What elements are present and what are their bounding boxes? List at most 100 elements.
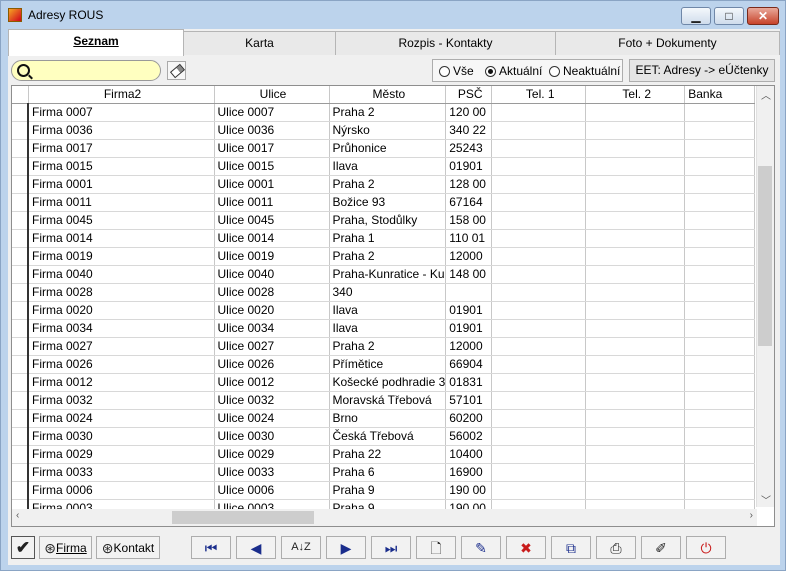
cell-ulice[interactable]: Ulice 0027 (214, 337, 330, 356)
cell-banka[interactable] (684, 283, 756, 302)
row-indicator[interactable] (12, 229, 29, 248)
cell-psc[interactable]: 66904 (445, 355, 493, 374)
cell-mesto[interactable]: Praha 2 (329, 247, 447, 266)
column-header-mesto[interactable]: Město (329, 86, 447, 104)
find-kontakt-button[interactable]: ⊛ Kontakt (96, 536, 160, 559)
cell-psc[interactable]: 120 00 (445, 103, 493, 122)
row-indicator[interactable] (12, 193, 29, 212)
cell-tel1[interactable] (491, 445, 587, 464)
table-row[interactable]: Firma 0024 Ulice 0024 Brno 60200 (12, 409, 756, 428)
cell-psc[interactable]: 57101 (445, 391, 493, 410)
cell-tel1[interactable] (491, 391, 587, 410)
row-indicator[interactable] (12, 463, 29, 482)
table-row[interactable]: Firma 0032 Ulice 0032 Moravská Třebová 5710… (12, 391, 756, 410)
vertical-scrollbar[interactable]: ︿ ﹀ (756, 86, 774, 507)
edit-record-button[interactable]: ✎ (461, 536, 501, 559)
confirm-button[interactable]: ✔ (11, 536, 35, 559)
cell-mesto[interactable]: Praha 22 (329, 445, 447, 464)
cell-banka[interactable] (684, 373, 756, 392)
tab-karta[interactable]: Karta (183, 31, 336, 55)
row-indicator[interactable] (12, 265, 29, 284)
horizontal-scroll-thumb[interactable] (172, 511, 314, 524)
cell-tel1[interactable] (491, 481, 587, 500)
cell-tel2[interactable] (585, 373, 686, 392)
cell-banka[interactable] (684, 337, 756, 356)
cell-firma2[interactable]: Firma 0032 (28, 391, 215, 410)
cell-tel2[interactable] (585, 355, 686, 374)
row-indicator[interactable] (12, 157, 29, 176)
cell-mesto[interactable]: Ilava (329, 157, 447, 176)
cell-banka[interactable] (684, 211, 756, 230)
radio-vse[interactable]: Vše (439, 64, 474, 78)
cell-mesto[interactable]: Praha, Stodůlky (329, 211, 447, 230)
row-indicator[interactable] (12, 319, 29, 338)
cell-banka[interactable] (684, 175, 756, 194)
cell-mesto[interactable]: Praha 1 (329, 229, 447, 248)
cell-ulice[interactable]: Ulice 0040 (214, 265, 330, 284)
row-indicator[interactable] (12, 121, 29, 140)
cell-mesto[interactable]: Praha 2 (329, 337, 447, 356)
cell-tel2[interactable] (585, 193, 686, 212)
cell-ulice[interactable]: Ulice 0014 (214, 229, 330, 248)
cell-mesto[interactable]: Praha-Kunratice - Ku (329, 265, 447, 284)
cell-banka[interactable] (684, 463, 756, 482)
cell-mesto[interactable]: Průhonice (329, 139, 447, 158)
cell-mesto[interactable]: 340 (329, 283, 447, 302)
scroll-up-icon[interactable]: ︿ (761, 87, 771, 102)
row-indicator[interactable] (12, 247, 29, 266)
row-indicator[interactable] (12, 139, 29, 158)
search-input[interactable] (11, 60, 161, 81)
table-row[interactable]: Firma 0007 Ulice 0007 Praha 2 120 00 (12, 103, 756, 122)
cell-ulice[interactable]: Ulice 0024 (214, 409, 330, 428)
cell-psc[interactable] (445, 283, 493, 302)
cell-mesto[interactable]: Praha 9 (329, 481, 447, 500)
new-record-button[interactable]: 🗋 (416, 536, 456, 559)
row-indicator[interactable] (12, 103, 29, 122)
cell-mesto[interactable]: Brno (329, 409, 447, 428)
cell-ulice[interactable]: Ulice 0032 (214, 391, 330, 410)
previous-record-button[interactable]: ◀ (236, 536, 276, 559)
cell-tel2[interactable] (585, 319, 686, 338)
cell-mesto[interactable]: Praha 2 (329, 175, 447, 194)
column-header-tel2[interactable]: Tel. 2 (585, 86, 686, 104)
cell-ulice[interactable]: Ulice 0012 (214, 373, 330, 392)
cell-firma2[interactable]: Firma 0027 (28, 337, 215, 356)
eet-button[interactable]: EET: Adresy -> eÚčtenky (629, 59, 775, 82)
cell-tel2[interactable] (585, 175, 686, 194)
row-indicator[interactable] (12, 175, 29, 194)
cell-banka[interactable] (684, 139, 756, 158)
cell-ulice[interactable]: Ulice 0029 (214, 445, 330, 464)
cell-tel2[interactable] (585, 121, 686, 140)
horizontal-scrollbar[interactable]: ‹ › (12, 509, 757, 526)
cell-psc[interactable]: 01831 (445, 373, 493, 392)
cell-firma2[interactable]: Firma 0011 (28, 193, 215, 212)
cell-tel2[interactable] (585, 157, 686, 176)
search-field[interactable] (32, 63, 156, 80)
cell-banka[interactable] (684, 319, 756, 338)
cell-tel2[interactable] (585, 103, 686, 122)
cell-banka[interactable] (684, 391, 756, 410)
cell-firma2[interactable]: Firma 0028 (28, 283, 215, 302)
cell-mesto[interactable]: Ilava (329, 319, 447, 338)
cell-ulice[interactable]: Ulice 0028 (214, 283, 330, 302)
cell-tel1[interactable] (491, 211, 587, 230)
cell-firma2[interactable]: Firma 0001 (28, 175, 215, 194)
cell-tel2[interactable] (585, 409, 686, 428)
cell-psc[interactable]: 16900 (445, 463, 493, 482)
row-indicator[interactable] (12, 283, 29, 302)
cell-banka[interactable] (684, 229, 756, 248)
table-row[interactable]: Firma 0036 Ulice 0036 Nýrsko 340 22 (12, 121, 756, 140)
cell-firma2[interactable]: Firma 0007 (28, 103, 215, 122)
scroll-left-icon[interactable]: ‹ (16, 510, 19, 521)
table-row[interactable]: Firma 0012 Ulice 0012 Košecké podhradie 30… (12, 373, 756, 392)
table-row[interactable]: Firma 0029 Ulice 0029 Praha 22 10400 (12, 445, 756, 464)
cell-tel1[interactable] (491, 337, 587, 356)
print-button[interactable]: ⎙ (596, 536, 636, 559)
cell-firma2[interactable]: Firma 0036 (28, 121, 215, 140)
cell-firma2[interactable]: Firma 0040 (28, 265, 215, 284)
cell-tel1[interactable] (491, 247, 587, 266)
cell-tel2[interactable] (585, 481, 686, 500)
vertical-scroll-thumb[interactable] (758, 166, 772, 346)
column-header-ulice[interactable]: Ulice (214, 86, 330, 104)
cell-firma2[interactable]: Firma 0006 (28, 481, 215, 500)
